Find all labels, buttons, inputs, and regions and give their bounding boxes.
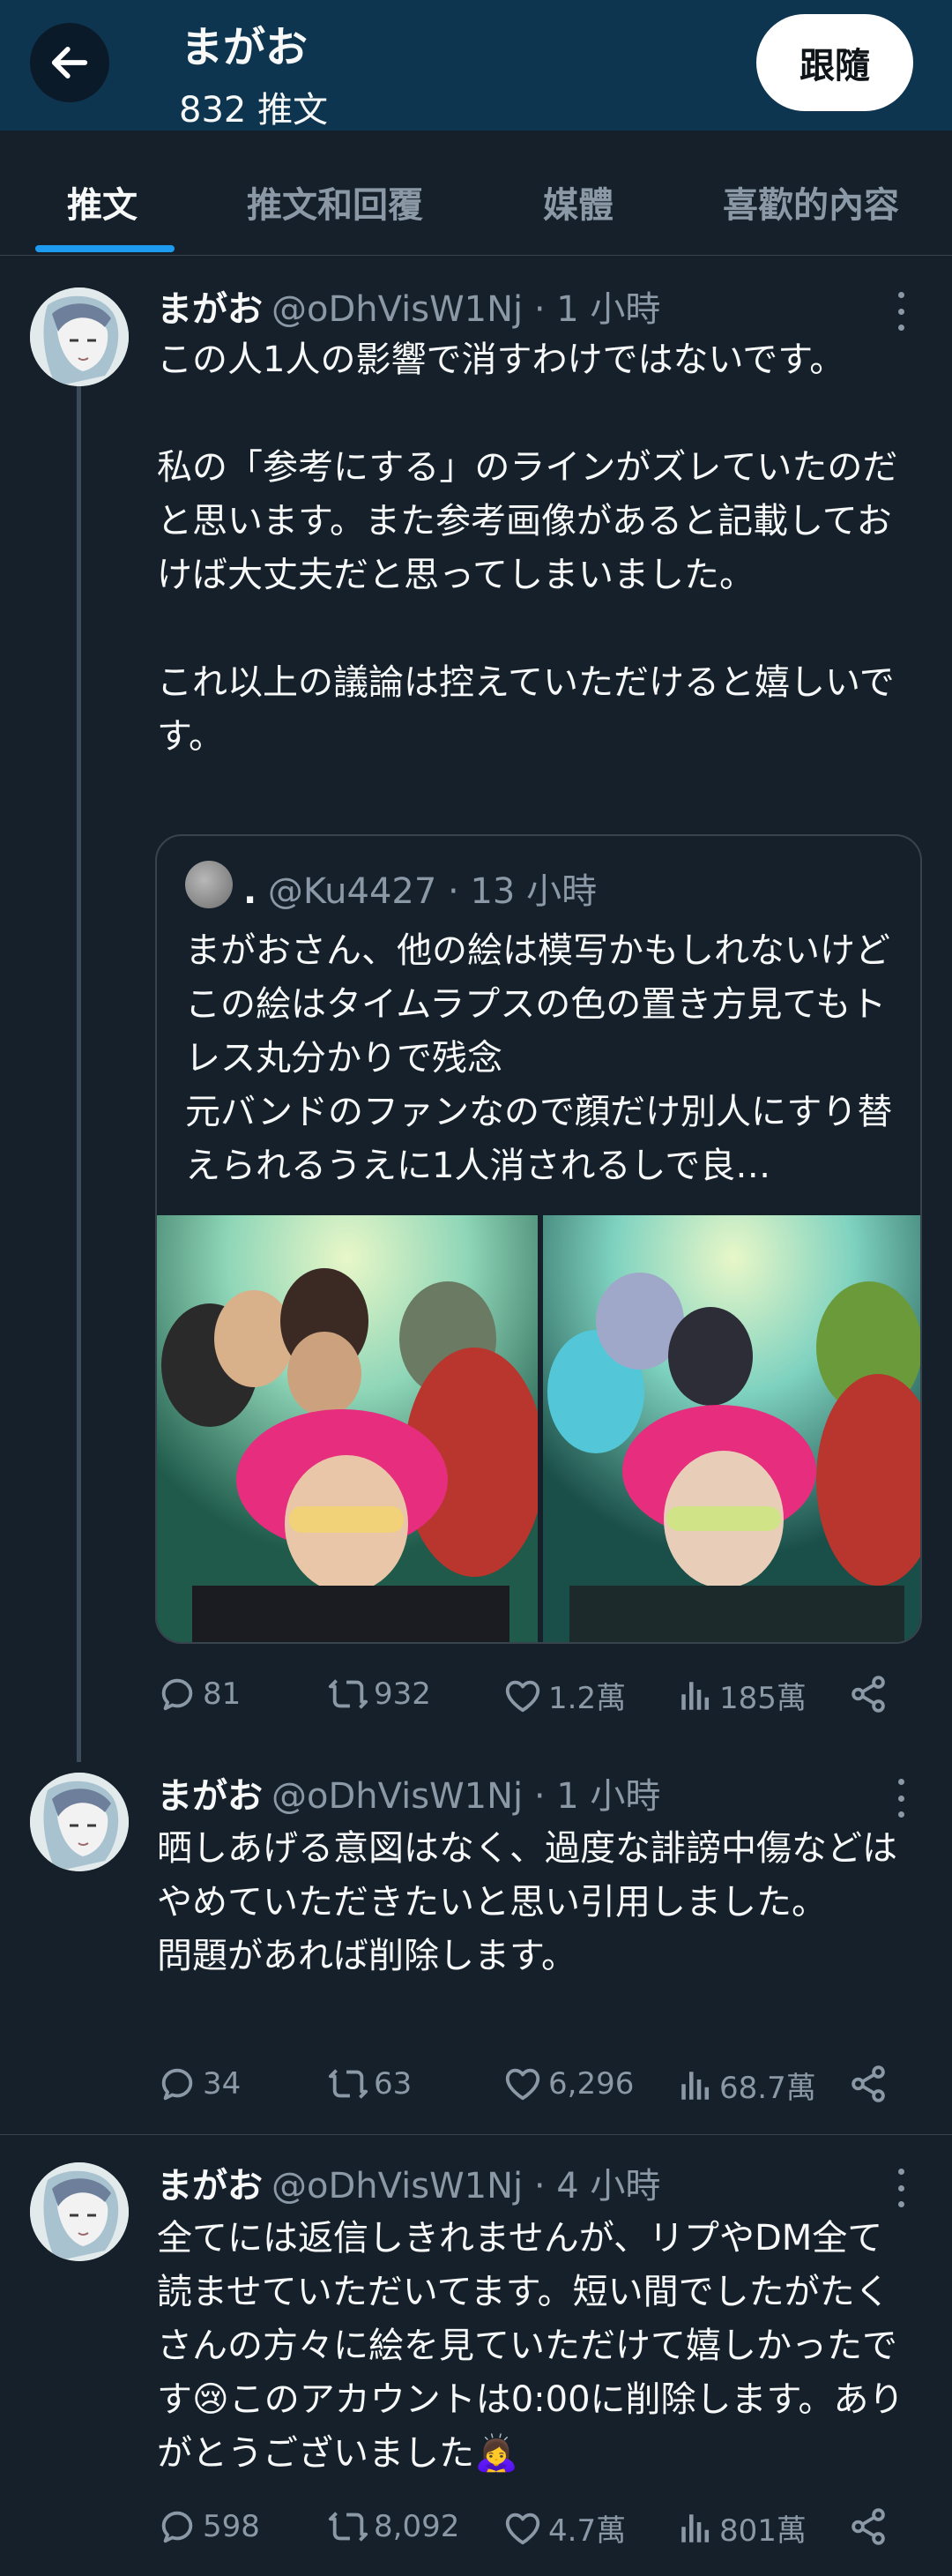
- tweet-text: 晒しあげる意図はなく、過度な誹謗中傷などはやめていただきたいと思い引用しました。…: [157, 1828, 897, 1976]
- reply-count: 598: [203, 2509, 260, 2544]
- retweet-icon: [328, 2064, 368, 2104]
- follow-button[interactable]: 跟隨: [756, 14, 913, 111]
- divider: [0, 2134, 952, 2135]
- like-count: 6,296: [548, 2066, 635, 2102]
- tweet-author-handle[interactable]: @oDhVisW1Nj: [271, 289, 523, 330]
- profile-name: まがお: [181, 23, 309, 72]
- reply-count: 34: [203, 2066, 242, 2102]
- like-button[interactable]: 6,296: [502, 2064, 634, 2104]
- avatar[interactable]: [30, 2162, 129, 2261]
- quote-image-right[interactable]: [543, 1215, 920, 1642]
- quote-author-name: .: [243, 871, 257, 912]
- retweet-icon: [328, 1674, 368, 1714]
- tweet-actions: 34 63 6,296 68.7萬: [157, 2064, 915, 2108]
- share-button[interactable]: [848, 2506, 894, 2547]
- reply-button[interactable]: 81: [157, 1674, 241, 1714]
- retweet-count: 63: [374, 2066, 413, 2102]
- more-options-icon[interactable]: [892, 292, 910, 331]
- like-button[interactable]: 1.2萬: [502, 1674, 626, 1717]
- tweet-header: まがお @oDhVisW1Nj · 1 小時: [157, 280, 660, 332]
- arrow-left-icon: [51, 47, 88, 78]
- share-icon: [848, 2064, 889, 2104]
- back-button[interactable]: [30, 23, 109, 102]
- avatar[interactable]: [30, 1773, 129, 1871]
- view-count: 68.7萬: [719, 2071, 816, 2106]
- reply-count: 81: [203, 1676, 242, 1712]
- reply-button[interactable]: 34: [157, 2064, 241, 2104]
- views-icon: [677, 1677, 714, 1714]
- tab-media[interactable]: 媒體: [543, 176, 614, 228]
- more-options-icon[interactable]: [892, 2169, 910, 2207]
- active-tab-indicator: [35, 245, 175, 252]
- more-options-icon[interactable]: [892, 1779, 910, 1818]
- tweet-count: 832 推文: [179, 90, 329, 131]
- share-icon: [848, 2506, 889, 2547]
- share-button[interactable]: [848, 1674, 894, 1714]
- tweet-text: 全てには返信しきれませんが、リプやDM全て読ませていただいてます。短い間でしたが…: [157, 2218, 904, 2474]
- like-count: 4.7萬: [548, 2513, 627, 2549]
- reply-icon: [157, 2506, 197, 2547]
- like-count: 1.2萬: [548, 1681, 627, 1716]
- like-button[interactable]: 4.7萬: [502, 2506, 626, 2550]
- views-icon: [677, 2067, 714, 2104]
- tab-tweets-replies[interactable]: 推文和回覆: [247, 176, 423, 228]
- tweet-author-name[interactable]: まがお: [157, 2166, 263, 2206]
- quote-time: · 13 小時: [448, 871, 598, 912]
- quote-header: . @Ku4427 · 13 小時: [243, 862, 597, 914]
- heart-icon: [502, 2064, 543, 2104]
- avatar[interactable]: [30, 287, 129, 386]
- reply-button[interactable]: 598: [157, 2506, 260, 2547]
- heart-icon: [502, 2508, 543, 2549]
- reply-icon: [157, 1674, 197, 1714]
- tweet-author-handle[interactable]: @oDhVisW1Nj: [271, 1776, 523, 1817]
- tweet-actions: 598 8,092 4.7萬 801萬: [157, 2506, 915, 2550]
- retweet-button[interactable]: 8,092: [328, 2506, 459, 2547]
- tweet-actions: 81 932 1.2萬 185萬: [157, 1674, 915, 1718]
- share-icon: [848, 1674, 889, 1714]
- share-button[interactable]: [848, 2064, 894, 2104]
- view-count: 801萬: [719, 2513, 807, 2549]
- quote-avatar: [185, 861, 233, 908]
- views-icon: [677, 2510, 714, 2547]
- tweet-author-handle[interactable]: @oDhVisW1Nj: [271, 2166, 523, 2206]
- views-button[interactable]: 801萬: [677, 2506, 807, 2550]
- heart-icon: [502, 1676, 543, 1716]
- quote-text: まがおさん、他の絵は模写かもしれないけどこの絵はタイムラプスの色の置き方見てもト…: [185, 930, 893, 1186]
- retweet-icon: [328, 2506, 368, 2547]
- reply-icon: [157, 2064, 197, 2104]
- tab-tweets[interactable]: 推文: [67, 176, 138, 228]
- views-button[interactable]: 68.7萬: [677, 2064, 816, 2107]
- quoted-tweet[interactable]: . @Ku4427 · 13 小時 まがおさん、他の絵は模写かもしれないけどこの…: [155, 834, 922, 1644]
- retweet-count: 932: [374, 1676, 431, 1712]
- profile-tabs: 推文 推文和回覆 媒體 喜歡的內容: [0, 131, 952, 256]
- retweet-button[interactable]: 63: [328, 2064, 412, 2104]
- thread-line: [77, 351, 81, 1762]
- tweet-time[interactable]: · 4 小時: [534, 2166, 661, 2206]
- tweet-header: まがお @oDhVisW1Nj · 4 小時: [157, 2157, 660, 2208]
- tweet-time[interactable]: · 1 小時: [534, 1776, 661, 1817]
- tweet-header: まがお @oDhVisW1Nj · 1 小時: [157, 1767, 660, 1818]
- tweet-author-name[interactable]: まがお: [157, 1776, 263, 1817]
- view-count: 185萬: [719, 1681, 807, 1716]
- tab-likes[interactable]: 喜歡的內容: [723, 176, 899, 228]
- tweet-author-name[interactable]: まがお: [157, 289, 263, 330]
- retweet-button[interactable]: 932: [328, 1674, 431, 1714]
- retweet-count: 8,092: [374, 2509, 460, 2544]
- tweet-time[interactable]: · 1 小時: [534, 289, 661, 330]
- quote-author-handle: @Ku4427: [267, 871, 437, 912]
- profile-header: まがお 832 推文 跟隨: [0, 0, 952, 131]
- quote-image-left[interactable]: [157, 1215, 538, 1642]
- tweet-text: この人1人の影響で消すわけではないです。 私の「参考にする」のラインがズレていた…: [157, 340, 898, 757]
- views-button[interactable]: 185萬: [677, 1674, 807, 1717]
